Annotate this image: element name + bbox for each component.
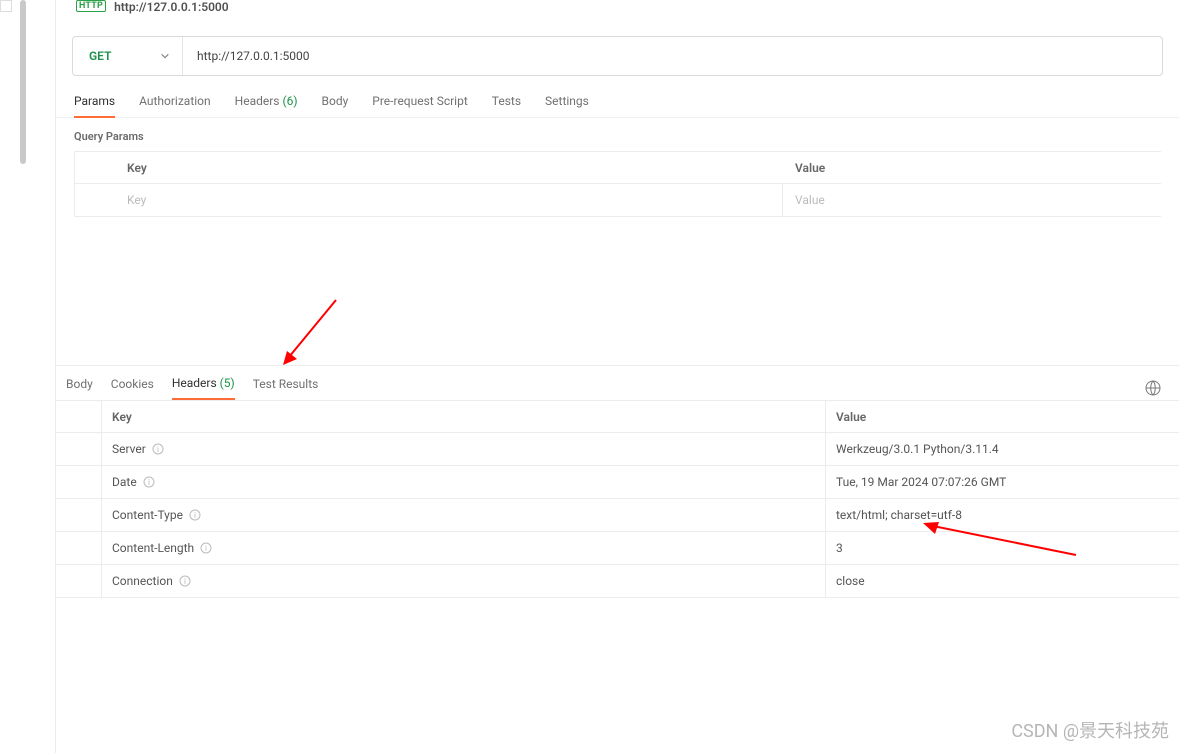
resp-row: ServeriWerkzeug/3.0.1 Python/3.11.4 <box>56 433 1179 466</box>
params-key-input[interactable]: Key <box>75 184 783 216</box>
annotation-arrow <box>921 520 1081 560</box>
resp-row-value: Werkzeug/3.0.1 Python/3.11.4 <box>826 442 1179 456</box>
resp-row-key: Connectioni <box>102 565 826 597</box>
resp-row-key: Content-Typei <box>102 499 826 531</box>
tab-headers-label: Headers <box>235 94 280 108</box>
tab-headers[interactable]: Headers (6) <box>235 94 298 117</box>
resp-value-header: Value <box>826 410 1179 424</box>
svg-text:i: i <box>205 544 207 553</box>
resp-tab-headers[interactable]: Headers (5) <box>172 376 235 400</box>
annotation-arrow <box>281 295 341 365</box>
sidebar-scrollbar[interactable] <box>20 0 26 164</box>
tab-body[interactable]: Body <box>322 94 349 117</box>
tab-authorization[interactable]: Authorization <box>139 94 211 117</box>
resp-row-value: close <box>826 574 1179 588</box>
tab-settings[interactable]: Settings <box>545 94 589 117</box>
tab-params[interactable]: Params <box>74 94 115 118</box>
url-input[interactable] <box>183 37 1162 75</box>
tab-title: http://127.0.0.1:5000 <box>114 0 229 14</box>
request-tab-header[interactable]: HTTP http://127.0.0.1:5000 <box>56 0 1179 24</box>
resp-row-key: Datei <box>102 466 826 498</box>
chevron-down-icon <box>160 51 170 61</box>
info-icon[interactable]: i <box>189 509 201 521</box>
http-badge-icon: HTTP <box>76 0 106 12</box>
method-label: GET <box>89 49 111 63</box>
resp-tab-body[interactable]: Body <box>66 377 93 399</box>
params-value-header: Value <box>783 161 1161 175</box>
tab-headers-count: (6) <box>282 94 297 108</box>
resp-tab-headers-label: Headers <box>172 376 217 390</box>
svg-text:i: i <box>194 511 196 520</box>
globe-icon[interactable] <box>1145 380 1161 396</box>
resp-row-value: Tue, 19 Mar 2024 07:07:26 GMT <box>826 475 1179 489</box>
resp-row-key: Content-Lengthi <box>102 532 826 564</box>
resp-tab-headers-count: (5) <box>220 376 235 390</box>
info-icon[interactable]: i <box>143 476 155 488</box>
watermark: CSDN @景天科技苑 <box>1011 717 1169 743</box>
resp-row: DateiTue, 19 Mar 2024 07:07:26 GMT <box>56 466 1179 499</box>
method-select[interactable]: GET <box>73 37 183 75</box>
params-value-input[interactable]: Value <box>783 193 1161 207</box>
tab-tests[interactable]: Tests <box>492 94 521 117</box>
resp-tab-cookies[interactable]: Cookies <box>111 377 154 399</box>
query-params-heading: Query Params <box>56 118 1179 151</box>
info-icon[interactable]: i <box>152 443 164 455</box>
resp-row: Connectioniclose <box>56 565 1179 598</box>
svg-text:i: i <box>184 577 186 586</box>
resp-tab-test-results[interactable]: Test Results <box>253 377 319 399</box>
params-key-header: Key <box>75 161 783 175</box>
resp-row-key: Serveri <box>102 433 826 465</box>
window-resize-handle <box>0 0 12 12</box>
tab-prerequest[interactable]: Pre-request Script <box>372 94 467 117</box>
resp-key-header: Key <box>102 401 826 432</box>
svg-text:i: i <box>148 478 150 487</box>
svg-text:i: i <box>157 445 159 454</box>
info-icon[interactable]: i <box>179 575 191 587</box>
info-icon[interactable]: i <box>200 542 212 554</box>
